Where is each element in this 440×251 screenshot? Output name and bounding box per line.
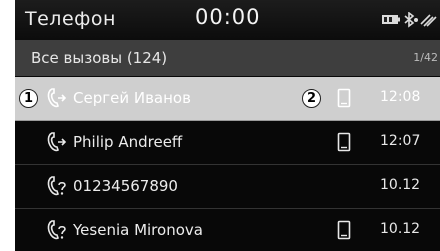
outgoing-call-icon: [47, 88, 67, 108]
missed-call-icon: [47, 176, 66, 196]
page-indicator: 1/42: [413, 51, 438, 64]
app-title: Телефон: [25, 8, 116, 30]
call-row[interactable]: Yesenia Mironova 10.12: [15, 209, 440, 251]
contact-name: Yesenia Mironova: [73, 221, 203, 239]
call-time: 12:07: [380, 133, 421, 149]
all-calls-title: Все вызовы (124): [31, 49, 168, 67]
call-time: 12:08: [380, 89, 421, 105]
phone-screen: Телефон 00:00 Все вызовы (124) 1/42 1 Се…: [15, 0, 440, 251]
call-time: 10.12: [380, 221, 421, 237]
status-icons: [382, 12, 437, 28]
callout-badge-2: 2: [302, 89, 321, 108]
contact-name: Philip Andreeff: [73, 133, 183, 151]
clock: 00:00: [195, 5, 261, 29]
callout-badge-1: 1: [19, 89, 38, 108]
contact-name: 01234567890: [73, 177, 178, 195]
bluetooth-icon: [404, 12, 418, 28]
mobile-phone-icon: [337, 220, 351, 240]
list-header: Все вызовы (124) 1/42: [15, 40, 440, 76]
call-row[interactable]: 1 Сергей Иванов 2 12:08: [15, 77, 440, 121]
battery-icon: [382, 15, 400, 24]
mobile-phone-icon: [337, 132, 351, 152]
missed-call-icon: [47, 220, 66, 240]
contact-name: Сергей Иванов: [73, 89, 191, 107]
call-row[interactable]: 01234567890 10.12: [15, 165, 440, 209]
mobile-phone-icon: [337, 88, 351, 108]
signal-icon: [420, 14, 437, 27]
status-bar: Телефон 00:00: [15, 0, 440, 40]
call-row[interactable]: Philip Andreeff 12:07: [15, 121, 440, 165]
outgoing-call-icon: [47, 132, 67, 152]
call-time: 10.12: [380, 177, 421, 193]
